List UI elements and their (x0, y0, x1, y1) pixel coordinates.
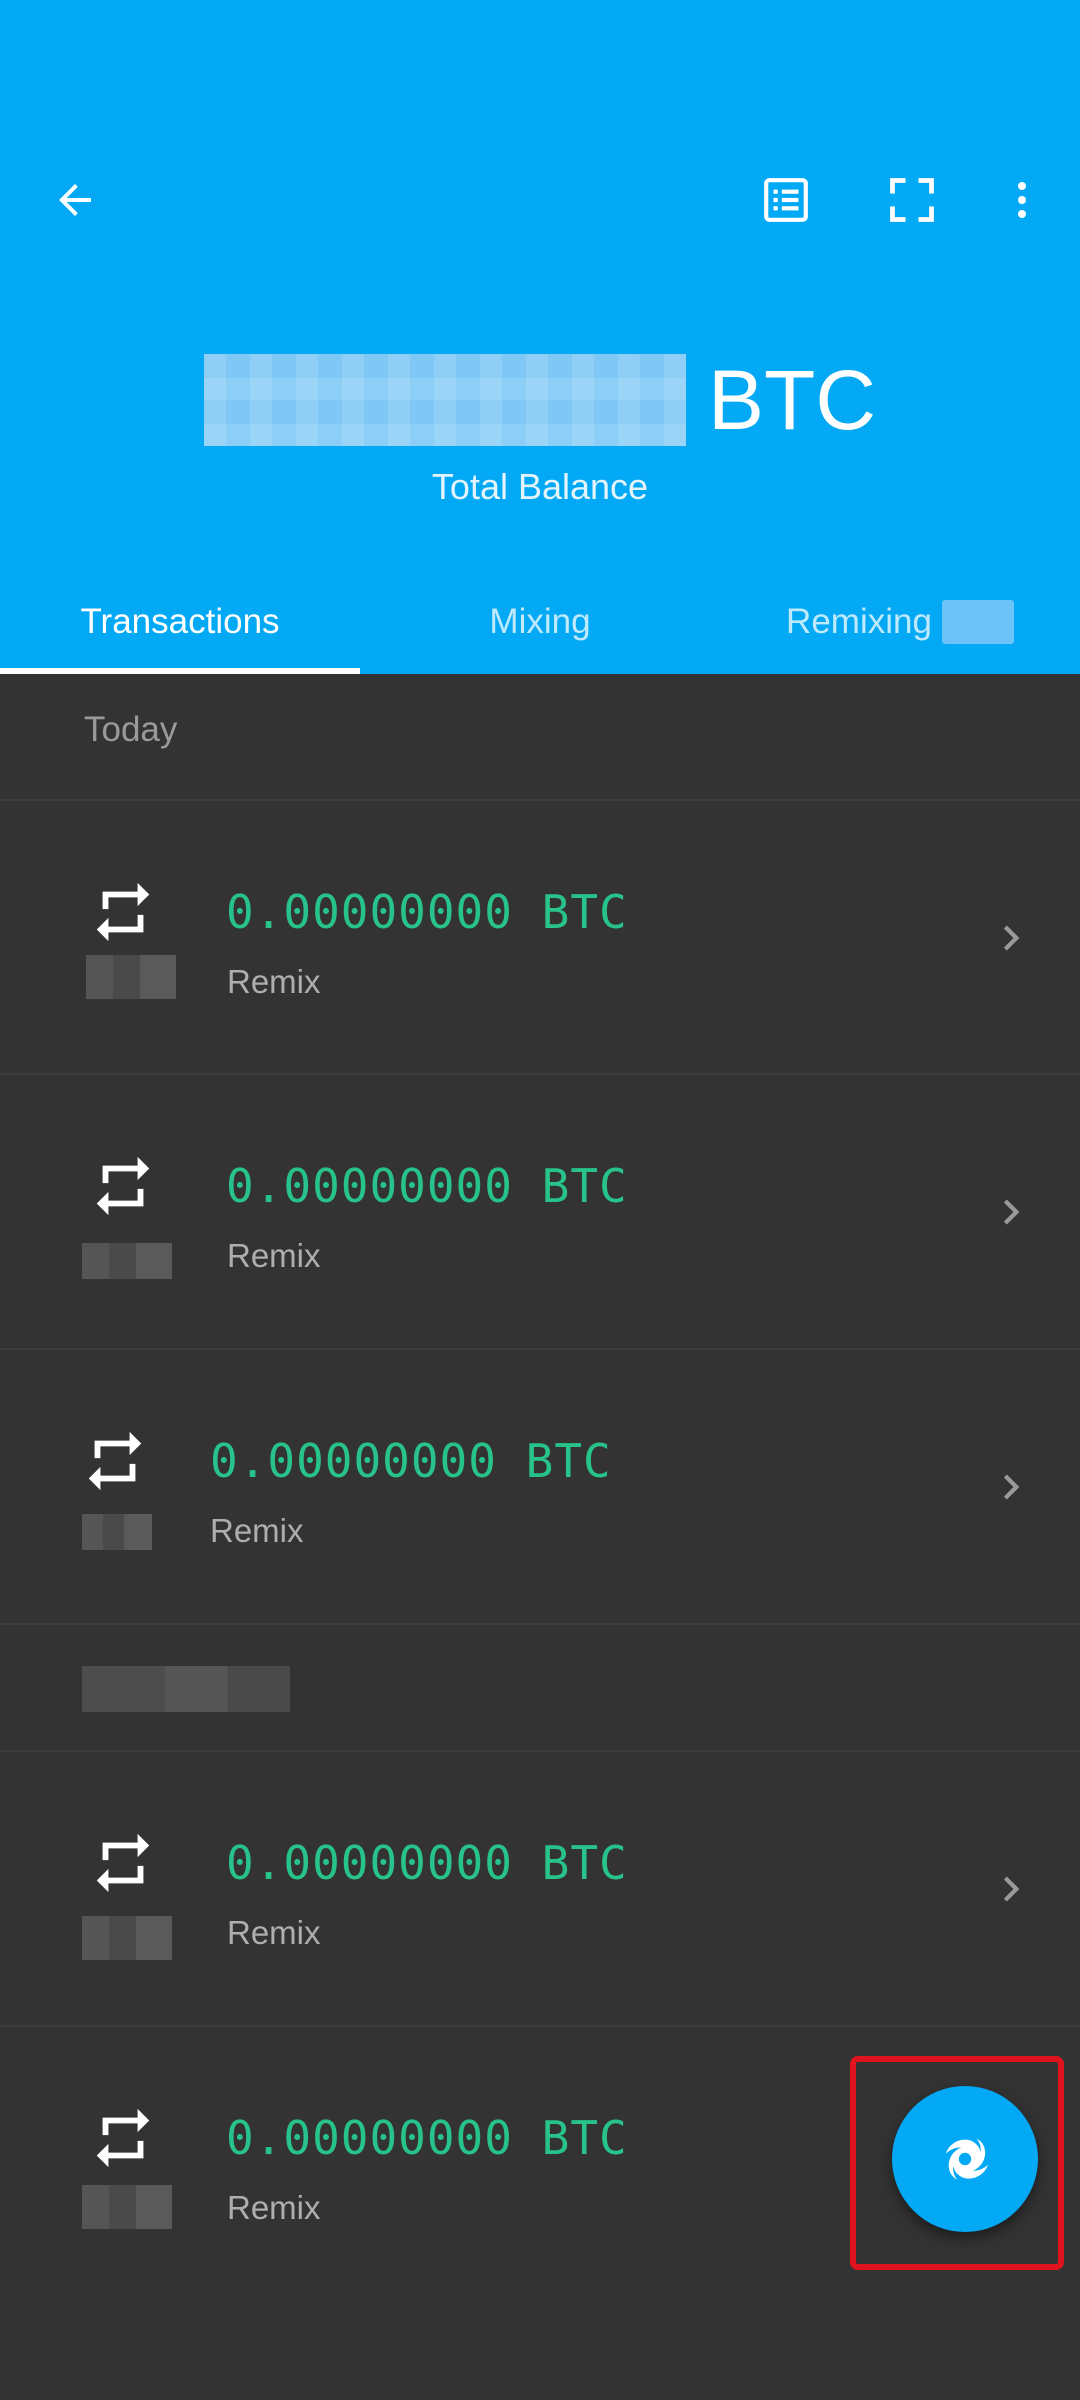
scan-button[interactable] (872, 165, 952, 235)
total-balance-label: Total Balance (431, 466, 649, 507)
transaction-list-button[interactable] (746, 165, 826, 235)
chevron-right-icon (1003, 1876, 1020, 1902)
repeat-icon (88, 1431, 142, 1491)
section-header-today: Today (84, 710, 178, 749)
more-vert-icon (1018, 182, 1026, 218)
transaction-row[interactable]: 0.00000000 BTC Remix (0, 1752, 1080, 2024)
repeat-icon (96, 2108, 150, 2168)
back-button[interactable] (40, 165, 110, 235)
balance-display: BTC (0, 345, 1080, 455)
transaction-amount: 0.00000000 BTC (210, 1434, 612, 1488)
tab-remixing[interactable]: Remixing (720, 570, 1080, 674)
whirlpool-icon (945, 2138, 988, 2180)
transaction-date-redacted (82, 2185, 172, 2229)
transaction-amount: 0.00000000 BTC (226, 1836, 628, 1890)
transaction-row[interactable]: 0.00000000 BTC Remix (0, 1075, 1080, 1347)
transaction-row[interactable]: 0.00000000 BTC Remix (0, 801, 1080, 1073)
transaction-type: Remix (227, 963, 321, 1000)
transaction-date-redacted (86, 955, 176, 999)
tab-bar: Transactions Mixing Remixing (0, 570, 1080, 674)
repeat-icon (96, 882, 150, 942)
balance-unit: BTC (708, 353, 876, 447)
tab-mixing-label: Mixing (489, 602, 591, 641)
arrow-back-icon (59, 184, 91, 216)
tab-remixing-label: Remixing (786, 602, 932, 641)
transaction-amount: 0.00000000 BTC (226, 1159, 628, 1213)
app-header: BTC Total Balance Transactions Mixing Re… (0, 0, 1080, 674)
chevron-right-icon (1003, 1474, 1020, 1500)
tab-transactions[interactable]: Transactions (0, 570, 360, 674)
transaction-type: Remix (210, 1512, 304, 1549)
section-header-date-redacted (82, 1666, 290, 1712)
whirlpool-fab-button[interactable] (892, 2086, 1038, 2232)
transaction-type: Remix (227, 1914, 321, 1951)
transaction-amount: 0.00000000 BTC (226, 2111, 628, 2165)
chevron-right-icon (1003, 925, 1020, 951)
list-icon (764, 178, 808, 222)
repeat-icon (96, 1156, 150, 1216)
transaction-date-redacted (82, 1514, 152, 1550)
more-options-button[interactable] (982, 165, 1062, 235)
scan-icon (890, 178, 934, 222)
tab-transactions-label: Transactions (80, 602, 280, 641)
transaction-date-redacted (82, 1916, 172, 1960)
transaction-type: Remix (227, 1237, 321, 1274)
transaction-amount: 0.00000000 BTC (226, 885, 628, 939)
balance-amount-redacted (204, 354, 686, 446)
chevron-right-icon (1003, 1199, 1020, 1225)
transaction-row[interactable]: 0.00000000 BTC Remix (0, 1350, 1080, 1622)
active-tab-indicator (0, 668, 360, 674)
transaction-type: Remix (227, 2189, 321, 2226)
repeat-icon (96, 1833, 150, 1893)
tab-mixing[interactable]: Mixing (360, 570, 720, 674)
divider (0, 1623, 1080, 1625)
remixing-count-badge (941, 600, 1014, 644)
transaction-date-redacted (82, 1243, 172, 1279)
